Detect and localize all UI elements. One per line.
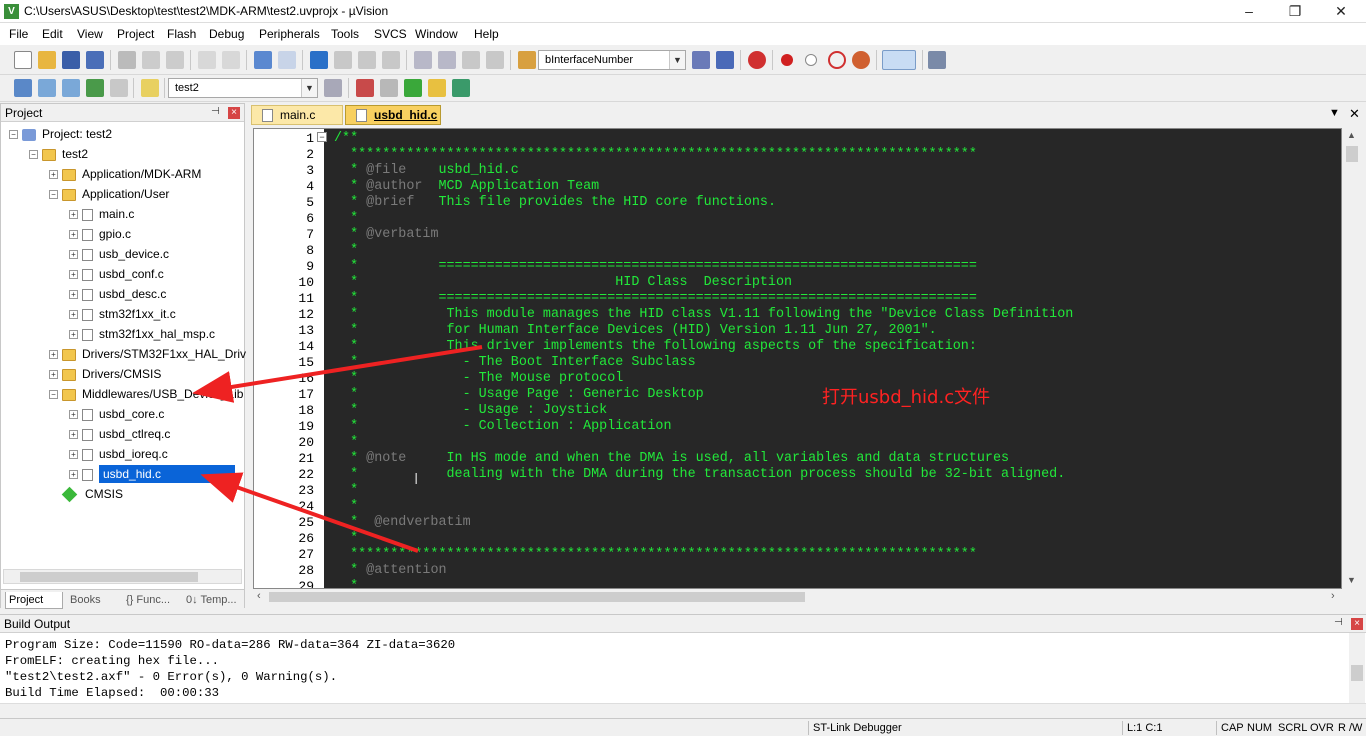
status-caps: CAP bbox=[1221, 722, 1244, 734]
close-icon[interactable]: × bbox=[1351, 618, 1363, 630]
build-output-title: Build Output bbox=[4, 617, 71, 631]
output-vertical-scrollbar[interactable] bbox=[1349, 633, 1365, 703]
build-output-header: Build Output ⊣ × bbox=[0, 615, 1366, 633]
status-bar: ST-Link Debugger L:1 C:1 CAP NUM SCRL OV… bbox=[0, 718, 1366, 736]
arrow-to-middlewares bbox=[192, 345, 483, 403]
status-ovr: OVR bbox=[1310, 722, 1334, 734]
output-line: Build Time Elapsed: 00:00:33 bbox=[5, 686, 220, 700]
status-scrl: SCRL bbox=[1278, 722, 1308, 734]
output-line: Program Size: Code=11590 RO-data=286 RW-… bbox=[5, 638, 456, 652]
annotation-text: 打开usbd_hid.c文件 bbox=[822, 387, 991, 408]
output-line: "test2\test2.axf" - 0 Error(s), 0 Warnin… bbox=[5, 670, 338, 684]
scrollbar-thumb[interactable] bbox=[1351, 665, 1363, 681]
status-num: NUM bbox=[1247, 722, 1273, 734]
output-line: FromELF: creating hex file... bbox=[5, 654, 220, 668]
status-separator bbox=[808, 721, 809, 735]
status-separator bbox=[1122, 721, 1123, 735]
output-horizontal-scrollbar[interactable] bbox=[0, 703, 1366, 719]
status-separator bbox=[1216, 721, 1217, 735]
status-cursor-position: L:1 C:1 bbox=[1127, 722, 1163, 734]
arrow-to-usbd-hid-file bbox=[200, 472, 419, 553]
status-debugger: ST-Link Debugger bbox=[813, 722, 902, 734]
build-output-panel: Build Output ⊣ × Program Size: Code=1159… bbox=[0, 614, 1366, 719]
status-rw: R /W bbox=[1338, 722, 1363, 734]
pin-icon[interactable]: ⊣ bbox=[1334, 617, 1343, 628]
